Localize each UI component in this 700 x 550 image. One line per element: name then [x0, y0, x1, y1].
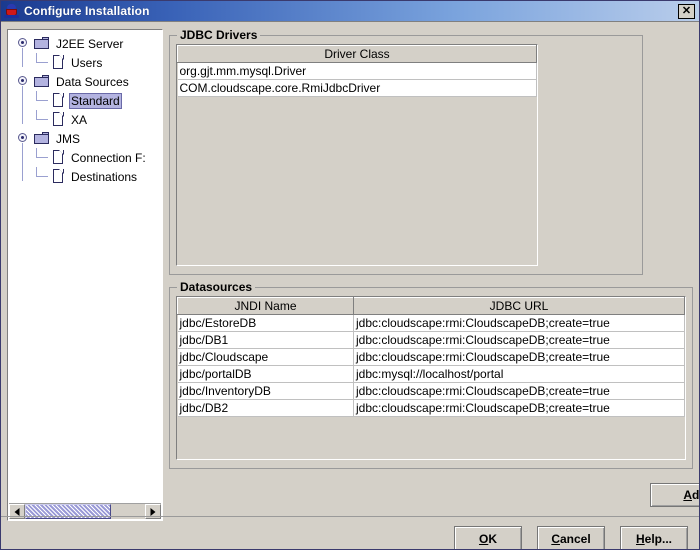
datasources-table-scroll[interactable]: JNDI Name JDBC URL jdbc/EstoreDB jdbc:cl… — [176, 296, 686, 460]
tree-node-j2ee-server[interactable]: J2EE Server — [8, 34, 162, 67]
document-icon — [52, 169, 65, 184]
navigation-tree-panel: J2EE Server Users Data Sources Standard … — [7, 29, 163, 521]
help-button[interactable]: Help... — [620, 526, 688, 549]
table-row[interactable]: jdbc/InventoryDB jdbc:cloudscape:rmi:Clo… — [177, 382, 685, 400]
tree-node-label: Data Sources — [56, 74, 129, 89]
table-row[interactable]: jdbc/Cloudscape jdbc:cloudscape:rmi:Clou… — [177, 348, 685, 366]
table-row[interactable]: COM.cloudscape.core.RmiJdbcDriver — [177, 79, 537, 97]
table-row[interactable]: jdbc/EstoreDB jdbc:cloudscape:rmi:Clouds… — [177, 314, 685, 332]
expand-handle-icon[interactable] — [18, 133, 29, 144]
tree-node-label: Connection F: — [71, 150, 146, 165]
jndi-name-cell[interactable]: jdbc/InventoryDB — [177, 382, 354, 400]
tree-scroll-pane: J2EE Server Users Data Sources Standard … — [7, 29, 163, 521]
document-icon — [52, 112, 65, 127]
tree-node-label-selected: Standard — [69, 92, 122, 109]
table-header-row: Driver Class — [177, 45, 537, 63]
tree-node-connection-factories[interactable]: Connection F: — [8, 148, 162, 167]
document-icon — [52, 150, 65, 165]
jdbc-url-cell[interactable]: jdbc:cloudscape:rmi:CloudscapeDB;create=… — [353, 399, 685, 417]
cancel-suffix: ancel — [559, 531, 591, 546]
table-row[interactable]: jdbc/DB2 jdbc:cloudscape:rmi:CloudscapeD… — [177, 399, 685, 417]
tree-node-label: Users — [71, 55, 103, 70]
tree-node-standard[interactable]: Standard — [8, 91, 162, 110]
bottom-separator — [1, 516, 699, 517]
configuration-tree[interactable]: J2EE Server Users Data Sources Standard … — [8, 34, 162, 503]
ds-add-suffix: dd — [692, 488, 700, 502]
jndi-name-cell[interactable]: jdbc/DB2 — [177, 399, 354, 417]
dialog-content: J2EE Server Users Data Sources Standard … — [1, 23, 699, 549]
tree-node-jms[interactable]: JMS — [8, 129, 162, 181]
driver-class-cell[interactable]: org.gjt.mm.mysql.Driver — [177, 62, 537, 80]
column-header-driver-class[interactable]: Driver Class — [177, 45, 537, 63]
help-suffix: elp... — [644, 531, 672, 546]
tree-node-data-sources[interactable]: Data Sources — [8, 72, 162, 124]
jdbc-drivers-group-title: JDBC Drivers — [177, 28, 261, 42]
ok-suffix: K — [488, 531, 497, 546]
help-mnemonic: H — [635, 531, 645, 546]
cancel-mnemonic: C — [551, 531, 560, 546]
datasources-group: Datasources JNDI Name JDBC URL jdbc/Esto… — [169, 280, 693, 469]
jndi-name-cell[interactable]: jdbc/DB1 — [177, 331, 354, 349]
folder-icon — [34, 132, 50, 145]
table-row[interactable]: jdbc/portalDB jdbc:mysql://localhost/por… — [177, 365, 685, 383]
tree-node-label: J2EE Server — [56, 36, 124, 51]
tree-node-label: JMS — [56, 131, 80, 146]
document-icon — [52, 93, 65, 108]
jndi-name-cell[interactable]: jdbc/portalDB — [177, 365, 354, 383]
column-header-jdbc-url[interactable]: JDBC URL — [353, 297, 685, 315]
ds-add-mnemonic: A — [683, 488, 692, 502]
jndi-name-cell[interactable]: jdbc/EstoreDB — [177, 314, 354, 332]
column-header-jndi-name[interactable]: JNDI Name — [177, 297, 354, 315]
jdbc-url-cell[interactable]: jdbc:cloudscape:rmi:CloudscapeDB;create=… — [353, 348, 685, 366]
close-icon[interactable]: ✕ — [678, 3, 695, 19]
tree-node-users[interactable]: Users — [8, 53, 162, 72]
jndi-name-cell[interactable]: jdbc/Cloudscape — [177, 348, 354, 366]
table-row[interactable]: org.gjt.mm.mysql.Driver — [177, 62, 537, 80]
jdbc-drivers-group: JDBC Drivers Driver Class org.gjt.mm.mys… — [169, 28, 643, 275]
cancel-button[interactable]: Cancel — [537, 526, 605, 549]
tree-node-label: XA — [71, 112, 88, 127]
tree-node-xa[interactable]: XA — [8, 110, 162, 129]
configure-installation-dialog: Configure Installation ✕ J2EE Server Use… — [0, 0, 700, 550]
java-cup-icon — [4, 3, 20, 19]
jdbc-url-cell[interactable]: jdbc:cloudscape:rmi:CloudscapeDB;create=… — [353, 382, 685, 400]
folder-icon — [34, 37, 50, 50]
document-icon — [52, 55, 65, 70]
datasources-table[interactable]: JNDI Name JDBC URL jdbc/EstoreDB jdbc:cl… — [177, 297, 685, 417]
ok-mnemonic: O — [478, 531, 489, 546]
jdbc-drivers-table-scroll[interactable]: Driver Class org.gjt.mm.mysql.Driver COM… — [176, 44, 538, 266]
table-header-row: JNDI Name JDBC URL — [177, 297, 685, 315]
jdbc-url-cell[interactable]: jdbc:cloudscape:rmi:CloudscapeDB;create=… — [353, 331, 685, 349]
ok-button[interactable]: OK — [454, 526, 522, 549]
window-title: Configure Installation — [24, 4, 150, 18]
settings-area: JDBC Drivers Driver Class org.gjt.mm.mys… — [167, 23, 699, 549]
jdbc-drivers-table[interactable]: Driver Class org.gjt.mm.mysql.Driver COM… — [177, 45, 537, 97]
tree-node-label: Destinations — [71, 169, 138, 184]
expand-handle-icon[interactable] — [18, 38, 29, 49]
datasource-add-button[interactable]: Add — [650, 483, 700, 507]
jdbc-url-cell[interactable]: jdbc:cloudscape:rmi:CloudscapeDB;create=… — [353, 314, 685, 332]
jdbc-url-cell[interactable]: jdbc:mysql://localhost/portal — [353, 365, 685, 383]
driver-class-cell[interactable]: COM.cloudscape.core.RmiJdbcDriver — [177, 79, 537, 97]
expand-handle-icon[interactable] — [18, 76, 29, 87]
table-row[interactable]: jdbc/DB1 jdbc:cloudscape:rmi:CloudscapeD… — [177, 331, 685, 349]
title-bar: Configure Installation ✕ — [1, 1, 699, 22]
datasources-group-title: Datasources — [177, 280, 256, 294]
tree-node-destinations[interactable]: Destinations — [8, 167, 162, 186]
folder-icon — [34, 75, 50, 88]
